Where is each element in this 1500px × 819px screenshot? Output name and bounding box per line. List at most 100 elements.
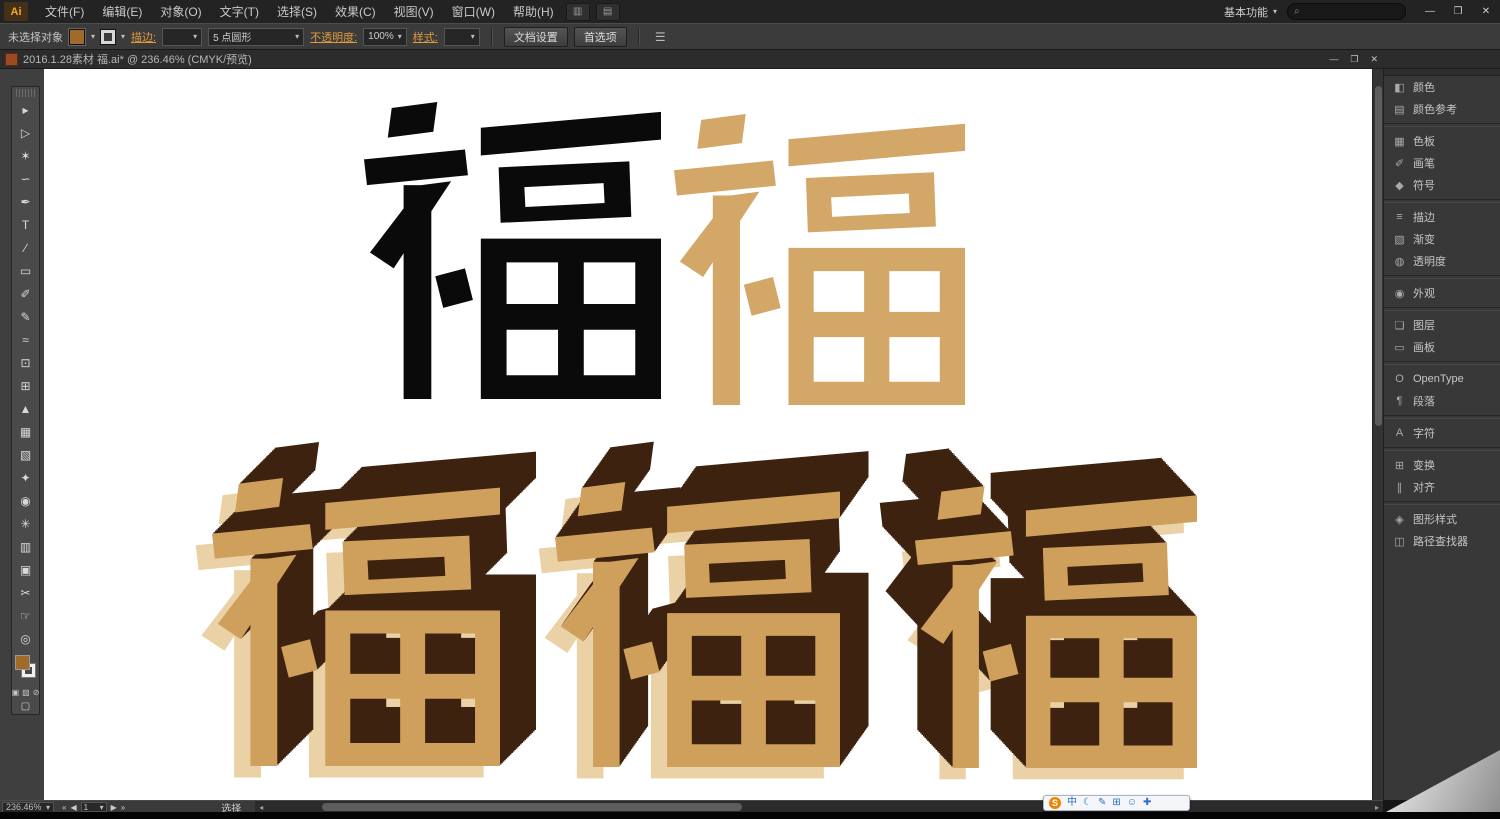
menu-object[interactable]: 对象(O) bbox=[151, 0, 210, 23]
panel-tab-swatches[interactable]: ▦ 色板 bbox=[1384, 130, 1500, 152]
panel-tab-graphic-styles[interactable]: ◈ 图形样式 bbox=[1384, 508, 1500, 530]
document-setup-button[interactable]: 文档设置 bbox=[504, 27, 568, 47]
lasso-tool[interactable]: ∽ bbox=[12, 167, 39, 190]
stroke-panel-link[interactable]: 描边: bbox=[131, 29, 156, 45]
opacity-combo[interactable]: 100% ▾ bbox=[363, 28, 407, 46]
ime-keyboard-icon[interactable]: ⊞ bbox=[1112, 795, 1120, 811]
vertical-scrollbar-thumb[interactable] bbox=[1375, 86, 1382, 426]
previous-artboard-button[interactable]: ◀ bbox=[70, 803, 76, 812]
opacity-panel-link[interactable]: 不透明度: bbox=[310, 29, 357, 45]
perspective-grid-tool[interactable]: ▲ bbox=[12, 397, 39, 420]
fu-flat-tan[interactable]: 福 bbox=[674, 114, 965, 405]
menu-view[interactable]: 视图(V) bbox=[385, 0, 443, 23]
restore-button[interactable]: ❐ bbox=[1444, 0, 1472, 23]
mesh-tool[interactable]: ▦ bbox=[12, 420, 39, 443]
scroll-right-button[interactable]: ▸ bbox=[1371, 803, 1383, 812]
none-mode-icon[interactable]: ⊘ bbox=[33, 688, 40, 697]
gradient-mode-icon[interactable]: ▨ bbox=[22, 688, 30, 697]
minimize-button[interactable]: — bbox=[1416, 0, 1444, 23]
arrange-documents-icon[interactable]: ▥ bbox=[566, 3, 590, 21]
artboard[interactable]: 福 福 福 福 福 bbox=[44, 68, 1372, 800]
search-input[interactable] bbox=[1304, 5, 1388, 18]
style-combo[interactable]: ▾ bbox=[444, 28, 480, 46]
close-button[interactable]: ✕ bbox=[1472, 0, 1500, 23]
horizontal-scrollbar-thumb[interactable] bbox=[322, 803, 741, 811]
width-tool[interactable]: ≈ bbox=[12, 328, 39, 351]
panel-tab-color[interactable]: ◧ 颜色 bbox=[1384, 76, 1500, 98]
scroll-left-button[interactable]: ◂ bbox=[255, 803, 267, 812]
screen-mode-button[interactable]: ▢ bbox=[12, 698, 39, 714]
stroke-caret-icon[interactable]: ▾ bbox=[121, 32, 125, 41]
panel-tab-artboards[interactable]: ▭ 画板 bbox=[1384, 336, 1500, 358]
panel-tab-color-guide[interactable]: ▤ 颜色参考 bbox=[1384, 98, 1500, 120]
workspace-switcher[interactable]: 基本功能 ▾ bbox=[1214, 4, 1287, 20]
panel-tab-character[interactable]: A 字符 bbox=[1384, 422, 1500, 444]
column-graph-tool[interactable]: ▥ bbox=[12, 535, 39, 558]
style-panel-link[interactable]: 样式: bbox=[413, 29, 438, 45]
menu-file[interactable]: 文件(F) bbox=[36, 0, 93, 23]
panel-tab-transparency[interactable]: ◍ 透明度 bbox=[1384, 250, 1500, 272]
menu-type[interactable]: 文字(T) bbox=[211, 0, 268, 23]
zoom-tool[interactable]: ◎ bbox=[12, 627, 39, 650]
panel-tab-symbols[interactable]: ◆ 符号 bbox=[1384, 174, 1500, 196]
rectangle-tool[interactable]: ▭ bbox=[12, 259, 39, 282]
doc-minimize-icon[interactable]: — bbox=[1329, 54, 1338, 64]
menu-window[interactable]: 窗口(W) bbox=[443, 0, 504, 23]
panel-tab-align[interactable]: ∥ 对齐 bbox=[1384, 476, 1500, 498]
gradient-tool[interactable]: ▧ bbox=[12, 443, 39, 466]
panel-tab-transform[interactable]: ⊞ 变换 bbox=[1384, 454, 1500, 476]
free-transform-tool[interactable]: ⊡ bbox=[12, 351, 39, 374]
tool-palette-grip[interactable] bbox=[16, 89, 35, 97]
panel-tab-stroke[interactable]: ≡ 描边 bbox=[1384, 206, 1500, 228]
document-tab-title[interactable]: 2016.1.28素材 福.ai* @ 236.46% (CMYK/预览) bbox=[23, 51, 252, 67]
shape-builder-tool[interactable]: ⊞ bbox=[12, 374, 39, 397]
zoom-level-combo[interactable]: 236.46% ▾ bbox=[2, 802, 54, 813]
type-tool[interactable]: T bbox=[12, 213, 39, 236]
stroke-width-combo[interactable]: ▾ bbox=[162, 28, 202, 46]
paintbrush-tool[interactable]: ✐ bbox=[12, 282, 39, 305]
doc-close-icon[interactable]: ✕ bbox=[1370, 54, 1378, 65]
color-mode-icon[interactable]: ▣ bbox=[12, 688, 20, 697]
slice-tool[interactable]: ✂ bbox=[12, 581, 39, 604]
doc-restore-icon[interactable]: ❐ bbox=[1350, 54, 1358, 65]
ime-logo-icon[interactable]: S bbox=[1049, 797, 1061, 809]
ime-toolbox-icon[interactable]: ✚ bbox=[1143, 795, 1151, 811]
fu-3d-middle[interactable]: 福 bbox=[539, 442, 869, 779]
ime-handwriting-icon[interactable]: ✎ bbox=[1098, 795, 1106, 811]
pencil-tool[interactable]: ✎ bbox=[12, 305, 39, 328]
blend-tool[interactable]: ◉ bbox=[12, 489, 39, 512]
fu-3d-right[interactable]: 福 bbox=[880, 448, 1197, 779]
align-menu-icon[interactable]: ☰ bbox=[651, 30, 670, 44]
last-artboard-button[interactable]: » bbox=[121, 803, 125, 812]
menu-effect[interactable]: 效果(C) bbox=[326, 0, 385, 23]
ime-emoji-icon[interactable]: ☺ bbox=[1127, 795, 1137, 811]
fu-flat-black[interactable]: 福 bbox=[364, 102, 661, 399]
artboard-number-combo[interactable]: 1 ▾ bbox=[81, 802, 107, 812]
artboard-tool[interactable]: ▣ bbox=[12, 558, 39, 581]
panel-tab-paragraph[interactable]: ¶ 段落 bbox=[1384, 390, 1500, 412]
hand-tool[interactable]: ☞ bbox=[12, 604, 39, 627]
fu-3d-left[interactable]: 福 bbox=[196, 442, 536, 778]
panel-tab-opentype[interactable]: O OpenType bbox=[1384, 368, 1500, 390]
next-artboard-button[interactable]: ▶ bbox=[111, 803, 117, 812]
pen-tool[interactable]: ✒ bbox=[12, 190, 39, 213]
fill-caret-icon[interactable]: ▾ bbox=[91, 32, 95, 41]
dock-header[interactable] bbox=[1384, 68, 1500, 76]
menu-help[interactable]: 帮助(H) bbox=[504, 0, 563, 23]
fill-color-swatch[interactable] bbox=[69, 29, 85, 45]
panel-tab-brushes[interactable]: ✐ 画笔 bbox=[1384, 152, 1500, 174]
panel-tab-appearance[interactable]: ◉ 外观 bbox=[1384, 282, 1500, 304]
line-segment-tool[interactable]: ∕ bbox=[12, 236, 39, 259]
panel-tab-layers[interactable]: ❏ 图层 bbox=[1384, 314, 1500, 336]
menu-select[interactable]: 选择(S) bbox=[268, 0, 326, 23]
document-layout-icon[interactable]: ▤ bbox=[596, 3, 620, 21]
magic-wand-tool[interactable]: ✶ bbox=[12, 144, 39, 167]
first-artboard-button[interactable]: « bbox=[62, 803, 66, 812]
brush-definition-combo[interactable]: 5 点圆形 ▾ bbox=[208, 28, 304, 46]
menu-edit[interactable]: 编辑(E) bbox=[93, 0, 151, 23]
ime-language-icon[interactable]: 中 bbox=[1067, 795, 1077, 811]
selection-tool[interactable]: ▸ bbox=[12, 98, 39, 121]
app-logo-icon[interactable]: Ai bbox=[4, 2, 28, 21]
panel-tab-pathfinder[interactable]: ◫ 路径查找器 bbox=[1384, 530, 1500, 552]
eyedropper-tool[interactable]: ✦ bbox=[12, 466, 39, 489]
